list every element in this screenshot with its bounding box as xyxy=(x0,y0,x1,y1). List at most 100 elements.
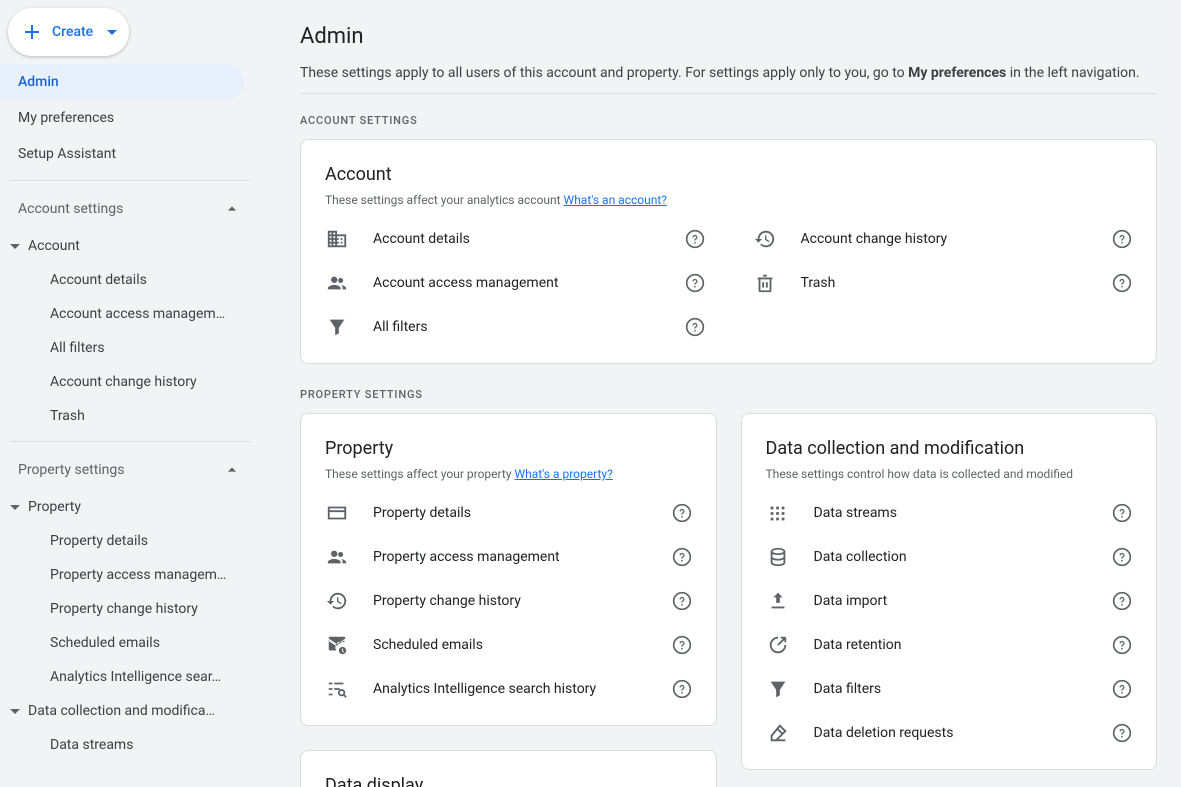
nav-analytics-search[interactable]: Analytics Intelligence sear… xyxy=(0,660,260,694)
card-title: Data collection and modification xyxy=(766,438,1133,459)
help-icon[interactable] xyxy=(672,503,692,523)
help-icon[interactable] xyxy=(1112,547,1132,567)
group-icon xyxy=(325,271,349,295)
nav-data-streams[interactable]: Data streams xyxy=(0,728,260,762)
help-icon[interactable] xyxy=(672,635,692,655)
nav-all-filters[interactable]: All filters xyxy=(0,331,260,365)
account-item[interactable]: Account details xyxy=(325,227,705,251)
item-label: Account access management xyxy=(373,275,661,291)
property-item[interactable]: Scheduled emails xyxy=(325,633,692,657)
divider xyxy=(300,93,1157,94)
nav-property-access[interactable]: Property access managem… xyxy=(0,558,260,592)
nav-section-account-settings[interactable]: Account settings xyxy=(0,189,260,229)
nav-sub-label: Data collection and modifica… xyxy=(28,703,242,719)
account-item[interactable]: Account access management xyxy=(325,271,705,295)
chevron-up-icon xyxy=(222,460,242,480)
help-icon[interactable] xyxy=(672,547,692,567)
domain-icon xyxy=(325,227,349,251)
nav-trash[interactable]: Trash xyxy=(0,399,260,433)
chevron-up-icon xyxy=(222,199,242,219)
filter-icon xyxy=(325,315,349,339)
history-icon xyxy=(753,227,777,251)
main-content: Admin These settings apply to all users … xyxy=(260,0,1181,787)
upload-icon xyxy=(766,589,790,613)
property-item[interactable]: Property change history xyxy=(325,589,692,613)
item-label: Data streams xyxy=(814,505,1089,521)
link-whats-account[interactable]: What's an account? xyxy=(564,193,667,207)
nav-scheduled-emails[interactable]: Scheduled emails xyxy=(0,626,260,660)
account-item[interactable]: Trash xyxy=(753,271,1133,295)
account-item[interactable]: Account change history xyxy=(753,227,1133,251)
streams-icon xyxy=(766,501,790,525)
divider xyxy=(10,180,250,181)
help-icon[interactable] xyxy=(1112,591,1132,611)
card-icon xyxy=(325,501,349,525)
item-label: Data deletion requests xyxy=(814,725,1089,741)
section-label: Property settings xyxy=(18,462,125,478)
help-icon[interactable] xyxy=(1112,273,1132,293)
nav-sub-label: Property xyxy=(28,499,242,515)
item-label: Analytics Intelligence search history xyxy=(373,681,648,697)
nav-account-access[interactable]: Account access managem… xyxy=(0,297,260,331)
item-label: Trash xyxy=(801,275,1089,291)
item-label: Property change history xyxy=(373,593,648,609)
help-icon[interactable] xyxy=(672,591,692,611)
sidebar: Create Admin My preferences Setup Assist… xyxy=(0,0,260,787)
nav-account-change-history[interactable]: Account change history xyxy=(0,365,260,399)
data-collection-item[interactable]: Data streams xyxy=(766,501,1133,525)
data-collection-item[interactable]: Data import xyxy=(766,589,1133,613)
nav-my-preferences[interactable]: My preferences xyxy=(0,100,244,136)
link-whats-property[interactable]: What's a property? xyxy=(514,467,612,481)
plus-icon xyxy=(20,20,44,44)
property-item[interactable]: Property access management xyxy=(325,545,692,569)
create-label: Create xyxy=(52,24,93,40)
search-list-icon xyxy=(325,677,349,701)
help-icon[interactable] xyxy=(1112,723,1132,743)
property-item[interactable]: Property details xyxy=(325,501,692,525)
page-title: Admin xyxy=(300,24,1157,49)
nav-setup-assistant[interactable]: Setup Assistant xyxy=(0,136,244,172)
property-item[interactable]: Analytics Intelligence search history xyxy=(325,677,692,701)
item-label: Scheduled emails xyxy=(373,637,648,653)
triangle-down-icon xyxy=(10,244,20,249)
page-description: These settings apply to all users of thi… xyxy=(300,65,1157,81)
nav-section-property-settings[interactable]: Property settings xyxy=(0,450,260,490)
create-button[interactable]: Create xyxy=(8,8,129,56)
nav-property-change-history[interactable]: Property change history xyxy=(0,592,260,626)
card-property: Property These settings affect your prop… xyxy=(300,413,717,726)
card-title: Account xyxy=(325,164,1132,185)
triangle-down-icon xyxy=(10,709,20,714)
item-label: All filters xyxy=(373,319,661,335)
erase-icon xyxy=(766,721,790,745)
data-collection-item[interactable]: Data deletion requests xyxy=(766,721,1133,745)
nav-sub-account[interactable]: Account xyxy=(0,229,260,263)
help-icon[interactable] xyxy=(1112,635,1132,655)
data-collection-item[interactable]: Data filters xyxy=(766,677,1133,701)
help-icon[interactable] xyxy=(685,229,705,249)
help-icon[interactable] xyxy=(1112,229,1132,249)
section-property-label: PROPERTY SETTINGS xyxy=(300,388,1157,401)
card-desc: These settings affect your analytics acc… xyxy=(325,193,1132,207)
nav-account-details[interactable]: Account details xyxy=(0,263,260,297)
item-label: Property details xyxy=(373,505,648,521)
nav-sub-data-collection[interactable]: Data collection and modifica… xyxy=(0,694,260,728)
item-label: Data retention xyxy=(814,637,1089,653)
divider xyxy=(10,441,250,442)
card-title: Data display xyxy=(325,775,692,787)
data-collection-item[interactable]: Data collection xyxy=(766,545,1133,569)
help-icon[interactable] xyxy=(685,317,705,337)
data-collection-item[interactable]: Data retention xyxy=(766,633,1133,657)
help-icon[interactable] xyxy=(1112,503,1132,523)
help-icon[interactable] xyxy=(672,679,692,699)
help-icon[interactable] xyxy=(685,273,705,293)
help-icon[interactable] xyxy=(1112,679,1132,699)
nav-admin[interactable]: Admin xyxy=(0,64,244,100)
retention-icon xyxy=(766,633,790,657)
account-item[interactable]: All filters xyxy=(325,315,705,339)
delete-icon xyxy=(753,271,777,295)
nav-property-details[interactable]: Property details xyxy=(0,524,260,558)
item-label: Data import xyxy=(814,593,1089,609)
nav-sub-property[interactable]: Property xyxy=(0,490,260,524)
history-icon xyxy=(325,589,349,613)
card-desc: These settings affect your property What… xyxy=(325,467,692,481)
